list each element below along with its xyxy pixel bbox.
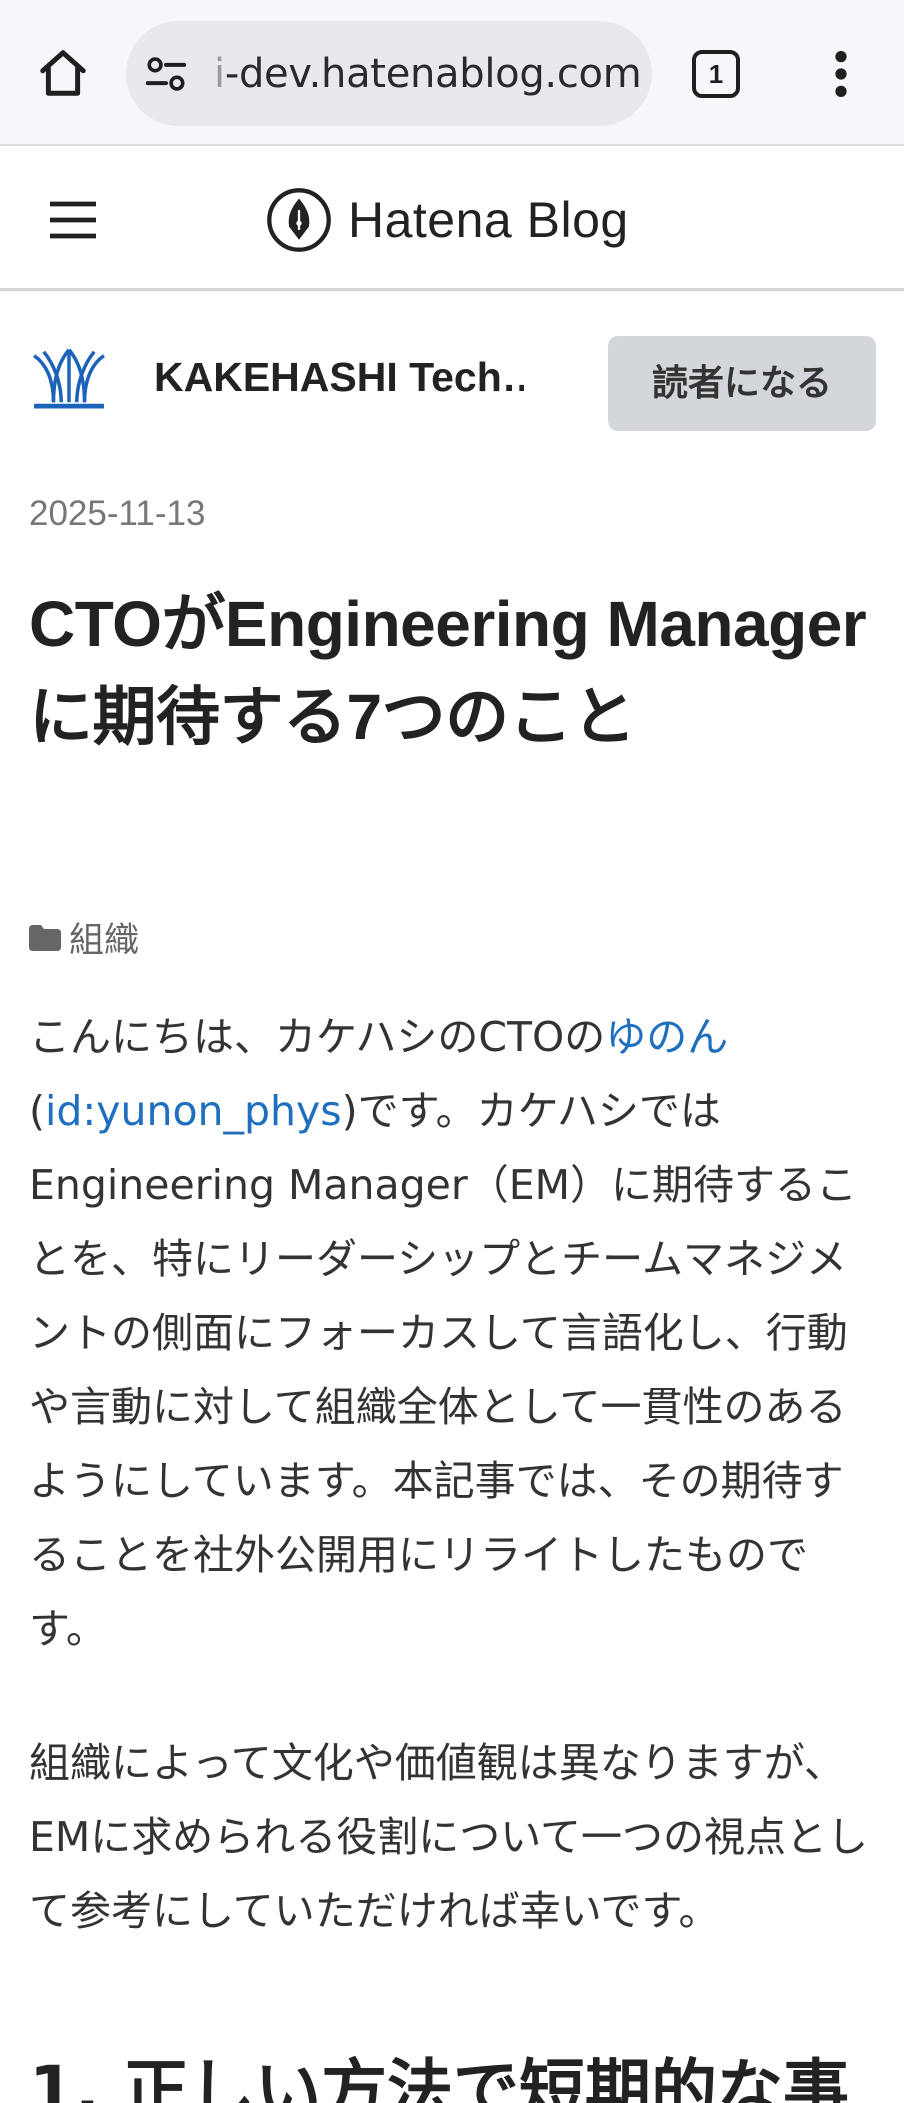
- more-options-icon[interactable]: [826, 48, 856, 100]
- blog-name[interactable]: KAKEHASHI Tech…: [154, 352, 524, 402]
- article-title[interactable]: CTOがEngineering Managerに期待する7つのこと: [29, 578, 879, 764]
- site-settings-icon[interactable]: [144, 54, 188, 94]
- hamburger-menu-icon[interactable]: [48, 200, 98, 240]
- intro-text: こんにちは、カケハシのCTOの: [29, 1013, 606, 1061]
- category-label: 組織: [69, 921, 140, 961]
- subscribe-button[interactable]: 読者になる: [608, 336, 876, 431]
- author-id-link[interactable]: id:yunon_phys: [45, 1087, 342, 1135]
- url-text[interactable]: i-dev.hatenablog.com: [214, 48, 640, 100]
- intro-text: (: [29, 1087, 45, 1135]
- section-heading: 1. 正しい方法で短期的な事: [29, 2052, 849, 2103]
- article-body: こんにちは、カケハシのCTOのゆのん (id:yunon_phys)です。カケハシ…: [29, 1000, 879, 2008]
- site-header: Hatena Blog: [0, 148, 904, 291]
- author-name-link[interactable]: ゆのん: [605, 1013, 728, 1061]
- folder-icon: [29, 924, 61, 951]
- logo-text: Hatena Blog: [348, 192, 629, 248]
- pen-nib-icon: [267, 188, 331, 252]
- tab-switcher-button[interactable]: 1: [692, 50, 740, 98]
- paragraph: 組織によって文化や価値観は異なりますが、EMに求められる役割について一つの視点と…: [29, 1739, 869, 1935]
- intro-text: )です。カケハシではEngineering Manager（EM）に期待すること…: [29, 1087, 858, 1653]
- article-category[interactable]: 組織: [29, 912, 139, 963]
- hatena-blog-logo[interactable]: Hatena Blog: [266, 186, 629, 254]
- intro-paragraph: こんにちは、カケハシのCTOのゆのん (id:yunon_phys)です。カケハシ…: [29, 1000, 879, 1666]
- blog-info-bar: KAKEHASHI Tech… 読者になる: [0, 294, 904, 444]
- browser-toolbar: i-dev.hatenablog.com 1: [0, 0, 904, 146]
- blog-icon[interactable]: [30, 344, 108, 410]
- home-icon[interactable]: [36, 46, 90, 100]
- article-date[interactable]: 2025-11-13: [29, 494, 205, 534]
